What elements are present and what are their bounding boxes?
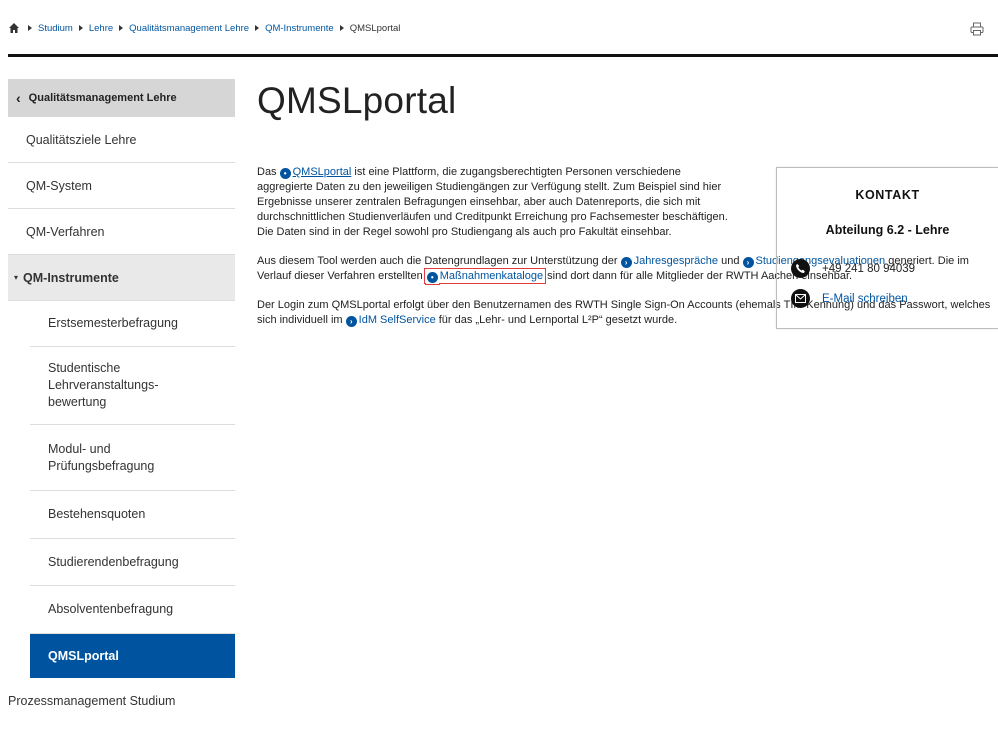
breadcrumb: Studium Lehre Qualitätsmanagement Lehre … <box>8 19 400 37</box>
contact-box: KONTAKT Abteilung 6.2 - Lehre +49 241 80… <box>776 167 998 329</box>
sidebar-subitem-absolventenbefragung[interactable]: Absolventenbefragung <box>30 586 235 634</box>
phone-icon <box>791 259 810 278</box>
arrow-circle-icon: › <box>620 257 632 268</box>
sidebar-nav: ‹ Qualitätsmanagement Lehre Qualitätszie… <box>8 79 235 724</box>
contact-phone-number[interactable]: +49 241 80 94039 <box>822 263 915 275</box>
sidebar-item-prozessmanagement[interactable]: Prozessmanagement Studium <box>8 678 235 724</box>
sidebar-subitem-label: Studierendenbefragung <box>48 554 179 569</box>
sidebar-item-label: QM-Verfahren <box>26 224 105 239</box>
breadcrumb-separator <box>78 25 83 31</box>
breadcrumb-separator <box>119 25 124 31</box>
paragraph-text: Das <box>257 166 280 178</box>
paragraph-text: Aus diesem Tool werden auch die Datengru… <box>257 255 621 267</box>
sidebar-subitem-label: Studentische Lehrveranstaltungs-bewertun… <box>48 361 159 409</box>
breadcrumb-separator <box>28 25 32 31</box>
expanded-triangle-icon: ▾ <box>14 273 19 282</box>
highlighted-link-box: • Maßnahmenkataloge <box>423 268 547 284</box>
contact-department: Abteilung 6.2 - Lehre <box>825 223 950 237</box>
paragraph-text: und <box>718 255 743 267</box>
idm-selfservice-link[interactable]: IdM SelfService <box>359 314 436 326</box>
sidebar-back-label: Qualitätsmanagement Lehre <box>28 92 177 104</box>
sidebar-subitem-label: Modul- und Prüfungsbefragung <box>48 441 155 473</box>
sidebar-item-qm-instrumente[interactable]: ▾ QM-Instrumente <box>8 255 235 301</box>
sidebar-subitem-modul-pruefungsbefragung[interactable]: Modul- und Prüfungsbefragung <box>30 425 235 491</box>
contact-title: KONTAKT <box>855 188 920 202</box>
lock-icon: • <box>279 168 291 179</box>
print-icon[interactable] <box>970 22 984 36</box>
email-link[interactable]: E-Mail schreiben <box>822 293 908 305</box>
sidebar-subitem-label: Erstsemesterbefragung <box>48 316 178 331</box>
sidebar-back-button[interactable]: ‹ Qualitätsmanagement Lehre <box>8 79 235 117</box>
breadcrumb-qualitaetsmanagement[interactable]: Qualitätsmanagement Lehre <box>129 23 249 34</box>
sidebar-item-label: Prozessmanagement Studium <box>8 694 176 708</box>
breadcrumb-separator <box>339 25 344 31</box>
sidebar-subitem-lehrveranstaltungsbewertung[interactable]: Studentische Lehrveranstaltungs-bewertun… <box>30 347 235 425</box>
page-title: QMSLportal <box>257 80 457 121</box>
home-icon[interactable] <box>8 22 20 34</box>
qmslportal-link[interactable]: QMSLportal <box>293 166 352 178</box>
sidebar-item-qualitaetsziele[interactable]: Qualitätsziele Lehre <box>8 117 235 163</box>
breadcrumb-lehre[interactable]: Lehre <box>89 23 113 34</box>
arrow-circle-icon: › <box>742 257 754 268</box>
sidebar-item-label: QM-System <box>26 178 92 193</box>
sidebar-subitem-studierendenbefragung[interactable]: Studierendenbefragung <box>30 539 235 586</box>
contact-phone-row: +49 241 80 94039 <box>791 259 915 278</box>
sidebar-item-label: Qualitätsziele Lehre <box>26 132 137 147</box>
mail-icon <box>791 289 810 308</box>
sidebar-item-label: QM-Instrumente <box>23 270 119 285</box>
jahresgespraeche-link[interactable]: Jahresgespräche <box>634 255 718 267</box>
massnahmenkataloge-link[interactable]: Maßnahmenkataloge <box>440 270 543 282</box>
sidebar-subitem-label: Absolventenbefragung <box>48 602 174 617</box>
sidebar-subitem-bestehensquoten[interactable]: Bestehensquoten <box>30 491 235 539</box>
breadcrumb-separator <box>255 25 260 31</box>
intro-paragraph: Das • QMSLportal ist eine Plattform, die … <box>257 165 737 240</box>
breadcrumb-current: QMSLportal <box>349 22 401 34</box>
sidebar-subitem-erstsemesterbefragung[interactable]: Erstsemesterbefragung <box>30 301 235 347</box>
sidebar-subitem-label: QMSLportal <box>48 648 119 663</box>
header-divider <box>8 54 998 57</box>
arrow-circle-icon: › <box>345 316 357 327</box>
sidebar-item-qm-system[interactable]: QM-System <box>8 163 235 209</box>
sidebar-subnav: Erstsemesterbefragung Studentische Lehrv… <box>8 301 235 678</box>
sidebar-item-qm-verfahren[interactable]: QM-Verfahren <box>8 209 235 255</box>
contact-email-row[interactable]: E-Mail schreiben <box>791 289 908 308</box>
chevron-left-icon: ‹ <box>16 90 21 106</box>
lock-icon: • <box>426 272 438 283</box>
breadcrumb-qm-instrumente[interactable]: QM-Instrumente <box>265 23 334 34</box>
sidebar-subitem-qmslportal[interactable]: QMSLportal <box>30 634 235 678</box>
sidebar-subitem-label: Bestehensquoten <box>48 507 146 522</box>
paragraph-text: für das „Lehr- und Lernportal L²P“ geset… <box>435 314 678 326</box>
breadcrumb-studium[interactable]: Studium <box>38 23 73 34</box>
